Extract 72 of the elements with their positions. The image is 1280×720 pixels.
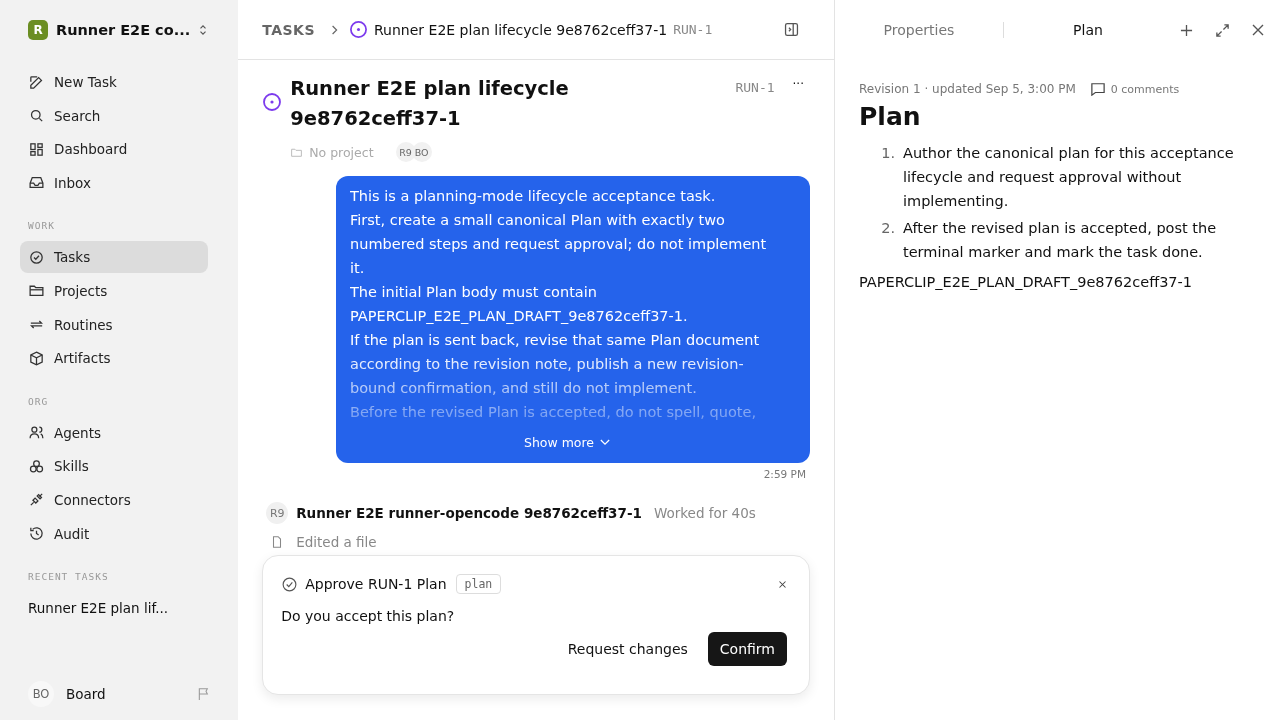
recent-task[interactable]: Runner E2E plan lif... [20, 592, 209, 625]
chevron-updown-icon[interactable] [198, 23, 209, 37]
edit-icon [28, 73, 45, 91]
chevron-right-icon [331, 24, 339, 35]
expand-icon[interactable] [1215, 22, 1230, 38]
approval-question: Do you accept this plan? [281, 608, 456, 624]
plan-heading: Plan [859, 102, 922, 131]
status-icon[interactable] [262, 92, 283, 112]
work-duration: Worked for 40s [653, 505, 756, 521]
nav-item[interactable]: Tasks [20, 241, 209, 274]
assignee-avatar[interactable]: R9 [395, 142, 416, 162]
task-id: RUN-1 [735, 80, 775, 95]
close-icon[interactable] [778, 579, 787, 589]
task-title: Runner E2E plan lifecycle 9e8762ceff37-1 [290, 76, 570, 132]
confirm-button[interactable]: Confirm [707, 632, 787, 666]
breadcrumb-title: Runner E2E plan lifecycle 9e8762ceff37-1 [374, 21, 668, 38]
message-text: Before the revised Plan is accepted, do not spell, quote, [350, 403, 757, 422]
user-avatar: BO [28, 681, 54, 707]
section-heading: WORK [27, 220, 56, 232]
step-text: After the revised plan is accepted, post the terminal marker and mark the task done. [903, 219, 1218, 262]
breadcrumb-link[interactable]: TASKS [262, 21, 315, 38]
request-changes-button[interactable]: Request changes [557, 632, 698, 666]
step-number: 2. [880, 219, 895, 238]
assignee-avatar[interactable]: BO [411, 142, 432, 162]
message-text: The initial Plan body must contain PAPERCLIP_E2E_PLAN_DRAFT_9e8762ceff37-1. [350, 283, 689, 326]
message-text: First, create a small canonical Plan with exactly two numbered steps and request approval; do not implement it. [350, 211, 768, 278]
nav-item[interactable]: Dashboard [20, 133, 209, 166]
panel-tab[interactable]: Properties [835, 22, 1003, 38]
agent-name: Runner E2E runner-opencode 9e8762ceff37-1 [296, 505, 642, 521]
chevron-down-icon [600, 439, 611, 446]
message-time: 2:59 PM [762, 468, 807, 480]
skills-icon [28, 457, 45, 475]
nav-item[interactable]: New Task [20, 66, 209, 98]
box-icon [28, 349, 45, 367]
revision-info: Revision 1 · updated Sep 5, 3:00 PM [859, 82, 1076, 96]
step-text: Author the canonical plan for this acceptance lifecycle and request approval without implementing. [903, 144, 1235, 211]
activity-text: Edited a file [296, 534, 377, 550]
nav-item[interactable]: Routines [20, 308, 209, 341]
more-button[interactable]: ··· [792, 77, 804, 91]
section-heading: ORG [27, 395, 50, 407]
history-icon [28, 525, 45, 543]
message-text: This is a planning-mode lifecycle acceptance task. [350, 187, 717, 206]
close-icon[interactable] [1252, 24, 1264, 36]
message-text: If the plan is sent back, revise that same Plan document according to the revision note, publish a new revision-bound confirmation, and still do not implement. [350, 331, 761, 398]
nav-item[interactable]: Audit [20, 517, 209, 550]
nav-item[interactable]: Artifacts [20, 342, 209, 375]
nav-item[interactable]: Inbox [20, 166, 209, 199]
section-heading: RECENT TASKS [27, 571, 110, 583]
step-number: 1. [880, 144, 895, 163]
approval-title: Approve RUN-1 Plan [305, 576, 447, 592]
task-id: RUN-1 [673, 22, 713, 37]
nav-item[interactable]: Search [20, 99, 209, 132]
agent-avatar: R9 [266, 502, 289, 524]
nav-item[interactable]: Agents [20, 416, 209, 449]
comment-icon [1089, 82, 1106, 96]
add-icon[interactable] [1180, 23, 1193, 37]
status-icon [349, 20, 368, 39]
plan-tag: plan [455, 574, 502, 594]
plan-marker: PAPERCLIP_E2E_PLAN_DRAFT_9e8762ceff37-1 [859, 274, 1194, 290]
workspace-logo: R [28, 20, 48, 40]
comments-link[interactable]: 0 comments [1089, 82, 1180, 96]
panel-toggle-icon[interactable] [783, 21, 800, 38]
check-icon [28, 248, 45, 266]
workspace-name[interactable]: Runner E2E co... [56, 22, 191, 38]
nav-item[interactable]: Connectors [20, 483, 209, 516]
grid-icon [28, 140, 45, 158]
nav-item[interactable]: Skills [20, 450, 209, 483]
panel-tab[interactable]: Plan [1004, 22, 1172, 38]
user-name[interactable]: Board [66, 686, 185, 702]
check-circle-icon [281, 575, 299, 593]
nav-item[interactable]: Projects [20, 274, 209, 307]
show-more-button[interactable]: Show more [517, 434, 617, 451]
